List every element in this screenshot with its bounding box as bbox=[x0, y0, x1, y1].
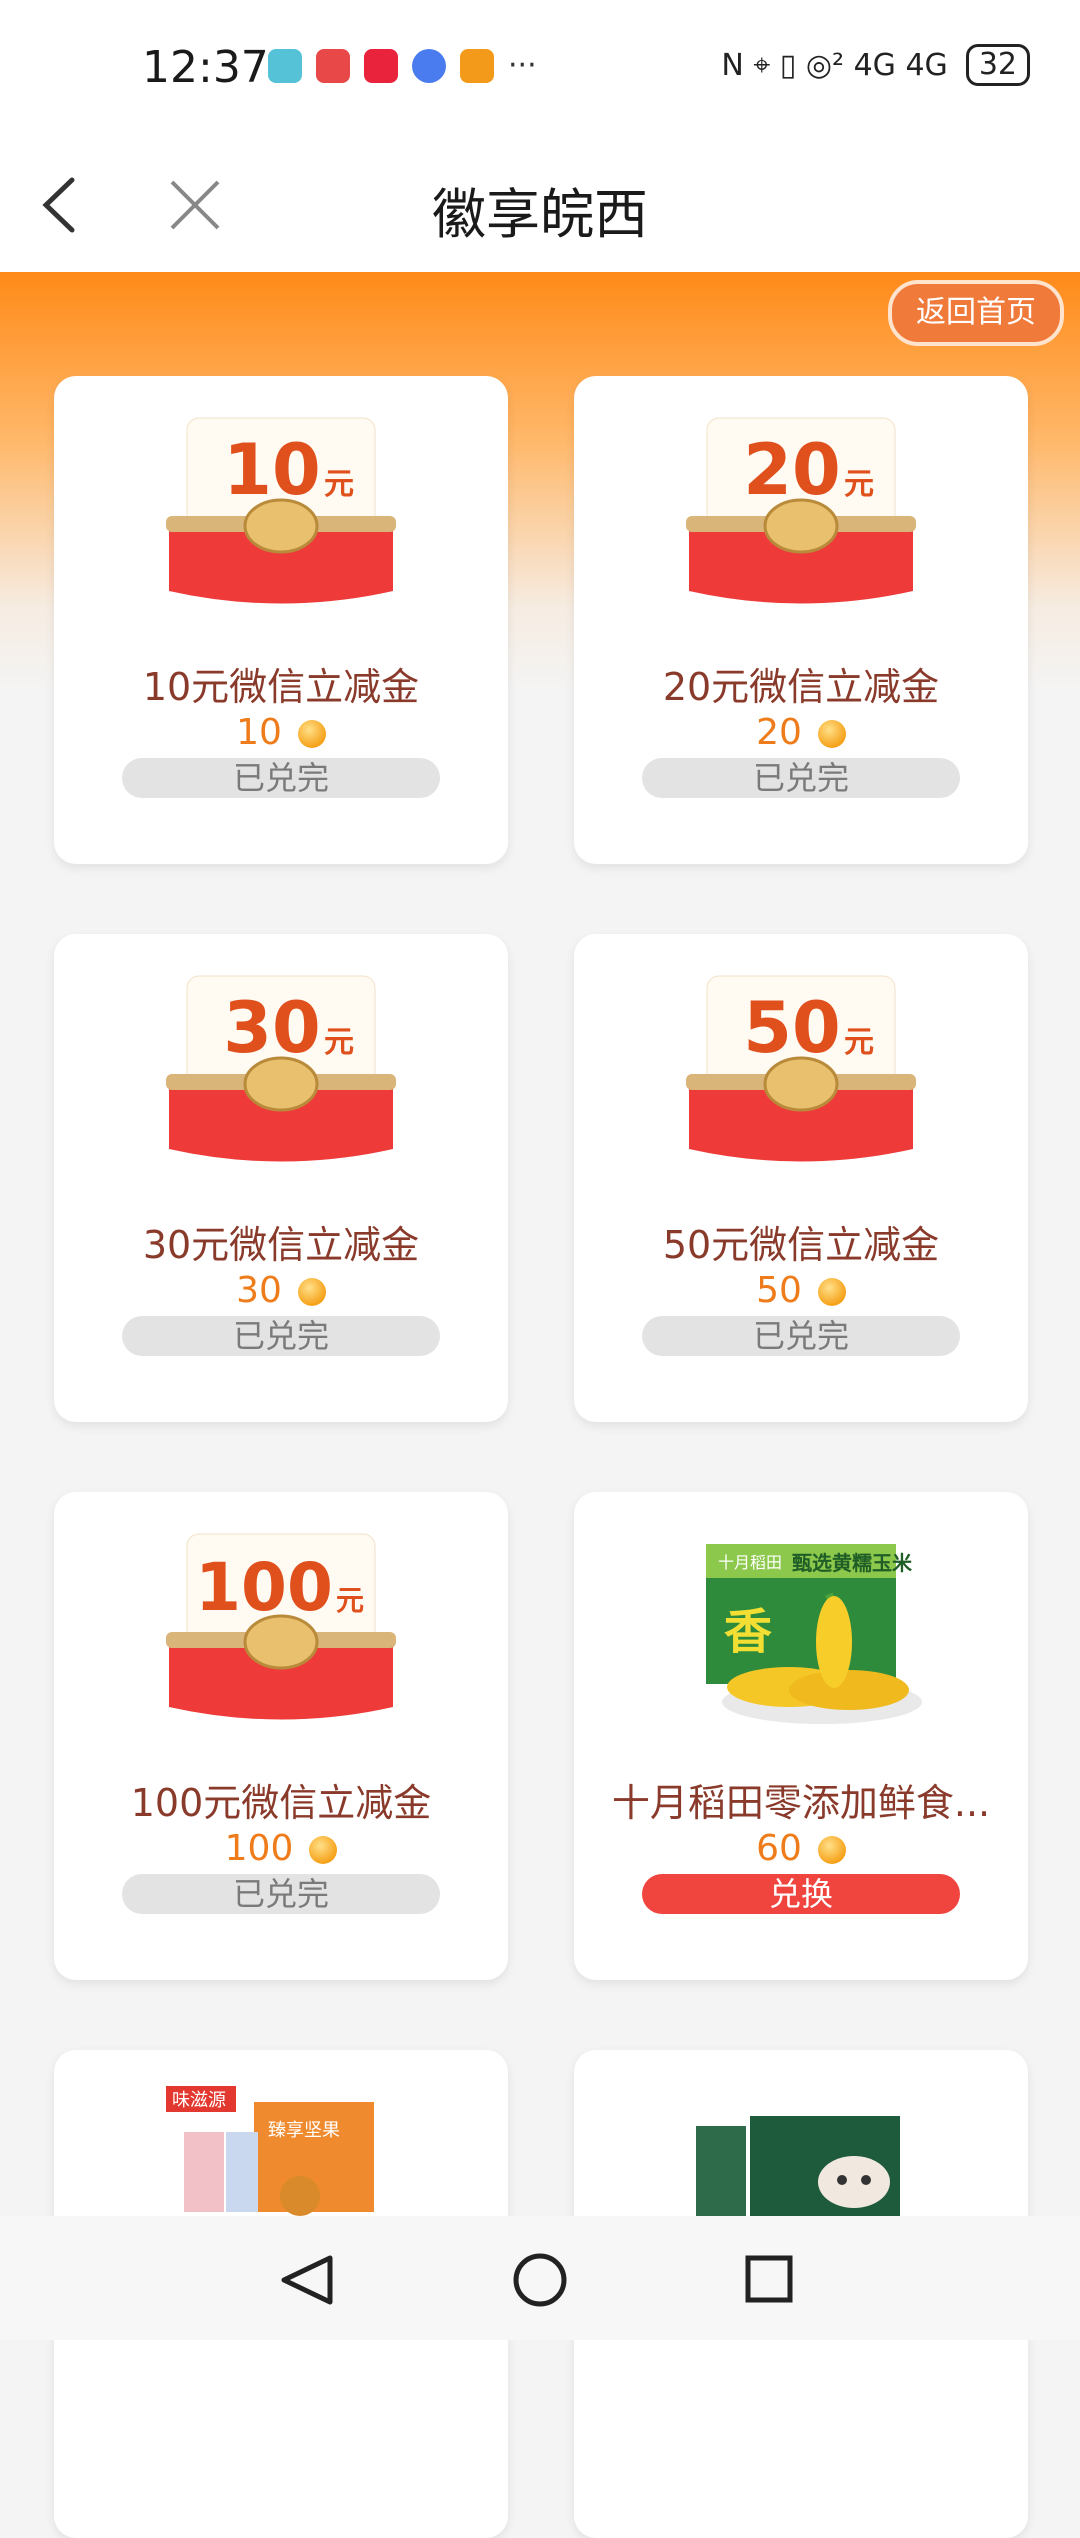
system-nav-bar bbox=[0, 2216, 1080, 2340]
voucher-image: 10 元 bbox=[54, 416, 508, 616]
box-text: 甄选黄糯玉米 bbox=[792, 1551, 913, 1575]
nav-recents-icon[interactable] bbox=[745, 2255, 793, 2303]
nav-back-icon[interactable] bbox=[281, 2255, 333, 2305]
voucher-amount: 100 bbox=[195, 1549, 333, 1626]
app-icon bbox=[460, 48, 494, 83]
voucher-amount: 20 bbox=[743, 429, 840, 511]
app-icon bbox=[268, 48, 302, 83]
sold-out-button: 已兑完 bbox=[122, 1874, 440, 1914]
nav-bar: 徽享皖西 bbox=[0, 140, 1080, 272]
app-icon bbox=[364, 48, 398, 83]
coin-icon bbox=[297, 1278, 326, 1306]
product-price: 30 bbox=[54, 1270, 508, 1311]
sold-out-button: 已兑完 bbox=[642, 758, 960, 798]
box-brand: 十月稻田 bbox=[718, 1553, 782, 1572]
coin-icon bbox=[817, 1278, 846, 1306]
product-title: 100元微信立减金 bbox=[130, 1781, 432, 1825]
voucher-amount: 50 bbox=[743, 987, 840, 1069]
box-big: 香 bbox=[724, 1604, 772, 1660]
product-title: 10元微信立减金 bbox=[142, 665, 420, 709]
voucher-unit: 元 bbox=[324, 467, 354, 502]
back-home-button[interactable]: 返回首页 bbox=[888, 280, 1064, 346]
coin-icon bbox=[817, 720, 846, 748]
product-price: 20 bbox=[574, 712, 1028, 753]
music-icon bbox=[412, 48, 446, 83]
status-app-icons: ··· bbox=[268, 48, 537, 83]
voucher-amount: 10 bbox=[223, 429, 320, 511]
coin-icon bbox=[309, 1836, 338, 1864]
product-card[interactable]: 30 元 30元微信立减金 30 已兑完 bbox=[54, 934, 508, 1422]
status-bar: 12:37 ··· N ⌖ ▯ ◎² 4G 4G 32 bbox=[0, 0, 1080, 140]
box-text: 臻享坚果 bbox=[268, 2120, 340, 2141]
voucher-unit: 元 bbox=[336, 1584, 364, 1617]
voucher-image: 50 元 bbox=[574, 974, 1028, 1174]
product-card[interactable]: 10 元 10元微信立减金 10 已兑完 bbox=[54, 376, 508, 864]
product-price: 60 bbox=[574, 1828, 1028, 1869]
product-title: 50元微信立减金 bbox=[662, 1223, 940, 1267]
product-card[interactable]: 50 元 50元微信立减金 50 已兑完 bbox=[574, 934, 1028, 1422]
status-time: 12:37 bbox=[142, 42, 269, 93]
corn-product-image: 十月稻田 甄选黄糯玉米 香 bbox=[574, 1532, 1028, 1732]
battery-level: 32 bbox=[965, 44, 1030, 86]
product-title: 十月稻田零添加鲜食... bbox=[611, 1781, 991, 1825]
app-icon bbox=[316, 48, 350, 83]
sold-out-button: 已兑完 bbox=[122, 1316, 440, 1356]
page-title: 徽享皖西 bbox=[432, 183, 648, 246]
signal-indicators: N ⌖ ▯ ◎² 4G 4G bbox=[721, 47, 948, 83]
redeem-button[interactable]: 兑换 bbox=[642, 1874, 960, 1914]
product-price: 100 bbox=[54, 1828, 508, 1869]
nav-home-icon[interactable] bbox=[513, 2253, 567, 2307]
voucher-image: 30 元 bbox=[54, 974, 508, 1174]
coin-icon bbox=[297, 720, 326, 748]
voucher-unit: 元 bbox=[324, 1025, 354, 1060]
voucher-unit: 元 bbox=[844, 1025, 874, 1060]
more-dots-icon: ··· bbox=[508, 48, 537, 83]
sold-out-button: 已兑完 bbox=[642, 1316, 960, 1356]
product-card[interactable]: 20 元 20元微信立减金 20 已兑完 bbox=[574, 376, 1028, 864]
product-card[interactable]: 100 元 100元微信立减金 100 已兑完 bbox=[54, 1492, 508, 1980]
product-price: 10 bbox=[54, 712, 508, 753]
box-brand: 味滋源 bbox=[172, 2090, 226, 2111]
coin-icon bbox=[817, 1836, 846, 1864]
product-title: 20元微信立减金 bbox=[662, 665, 940, 709]
product-price: 50 bbox=[574, 1270, 1028, 1311]
voucher-image: 20 元 bbox=[574, 416, 1028, 616]
status-indicators: N ⌖ ▯ ◎² 4G 4G 32 bbox=[721, 44, 1030, 86]
product-card[interactable]: 十月稻田 甄选黄糯玉米 香 十月稻田零添加鲜食... 60 兑换 bbox=[574, 1492, 1028, 1980]
voucher-image: 100 元 bbox=[54, 1532, 508, 1732]
voucher-amount: 30 bbox=[223, 987, 320, 1069]
product-title: 30元微信立减金 bbox=[142, 1223, 420, 1267]
voucher-unit: 元 bbox=[844, 467, 874, 502]
sold-out-button: 已兑完 bbox=[122, 758, 440, 798]
